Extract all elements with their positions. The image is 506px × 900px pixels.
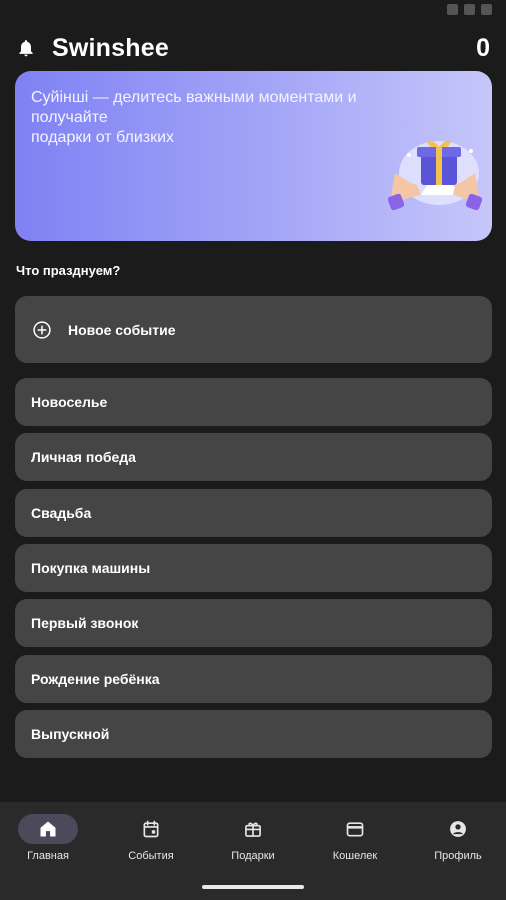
bell-icon[interactable]	[16, 38, 36, 58]
status-bar	[0, 0, 506, 22]
system-icons	[447, 4, 492, 15]
nav-home[interactable]: Главная	[0, 814, 98, 868]
banner-text: Суйінші — делитесь важными моментами и п…	[31, 88, 391, 148]
banner-line: Суйінші — делитесь важными моментами и	[31, 89, 357, 106]
new-event-label: Новое событие	[68, 321, 176, 338]
nav-gifts[interactable]: Подарки	[203, 814, 303, 868]
event-item-car-purchase[interactable]: Покупка машины	[15, 544, 492, 592]
nav-active-indicator	[18, 814, 78, 844]
wallet-icon	[346, 822, 364, 837]
nav-label: Кошелек	[332, 850, 378, 862]
event-item-first-bell[interactable]: Первый звонок	[15, 599, 492, 647]
nav-label: События	[128, 850, 174, 862]
event-item-baby-birth[interactable]: Рождение ребёнка	[15, 655, 492, 703]
event-item-label: Покупка машины	[31, 560, 151, 576]
banner-line: получайте	[31, 109, 108, 126]
notification-counter[interactable]: 0	[476, 34, 490, 63]
new-event-button[interactable]: Новое событие	[15, 296, 492, 363]
event-item-label: Свадьба	[31, 505, 92, 521]
calendar-icon	[143, 820, 159, 838]
gift-icon	[245, 822, 261, 837]
event-item-label: Рождение ребёнка	[31, 671, 160, 687]
app-header: Swinshee 0	[16, 30, 490, 66]
nav-label: Подарки	[231, 850, 275, 862]
home-gesture-bar[interactable]	[202, 885, 304, 889]
event-item-personal-victory[interactable]: Личная победа	[15, 433, 492, 481]
event-item-label: Первый звонок	[31, 615, 139, 631]
section-label: Что празднуем?	[16, 263, 121, 278]
app-title: Swinshee	[52, 33, 169, 62]
event-item-label: Новоселье	[31, 394, 108, 410]
event-item-label: Выпускной	[31, 726, 110, 742]
event-item-label: Личная победа	[31, 449, 136, 465]
profile-icon	[450, 821, 466, 837]
promo-banner[interactable]: Суйінші — делитесь важными моментами и п…	[15, 71, 492, 241]
nav-label: Профиль	[434, 850, 482, 862]
home-icon	[40, 821, 56, 837]
event-item-housewarming[interactable]: Новоселье	[15, 378, 492, 426]
gift-hands-illustration	[387, 140, 483, 211]
add-circle-icon	[33, 320, 51, 339]
event-item-graduation[interactable]: Выпускной	[15, 710, 492, 758]
nav-wallet[interactable]: Кошелек	[305, 814, 405, 868]
nav-events[interactable]: События	[101, 814, 201, 868]
nav-profile[interactable]: Профиль	[408, 814, 506, 868]
event-item-wedding[interactable]: Свадьба	[15, 489, 492, 537]
banner-line: подарки от близких	[31, 129, 175, 146]
nav-label: Главная	[27, 850, 69, 862]
